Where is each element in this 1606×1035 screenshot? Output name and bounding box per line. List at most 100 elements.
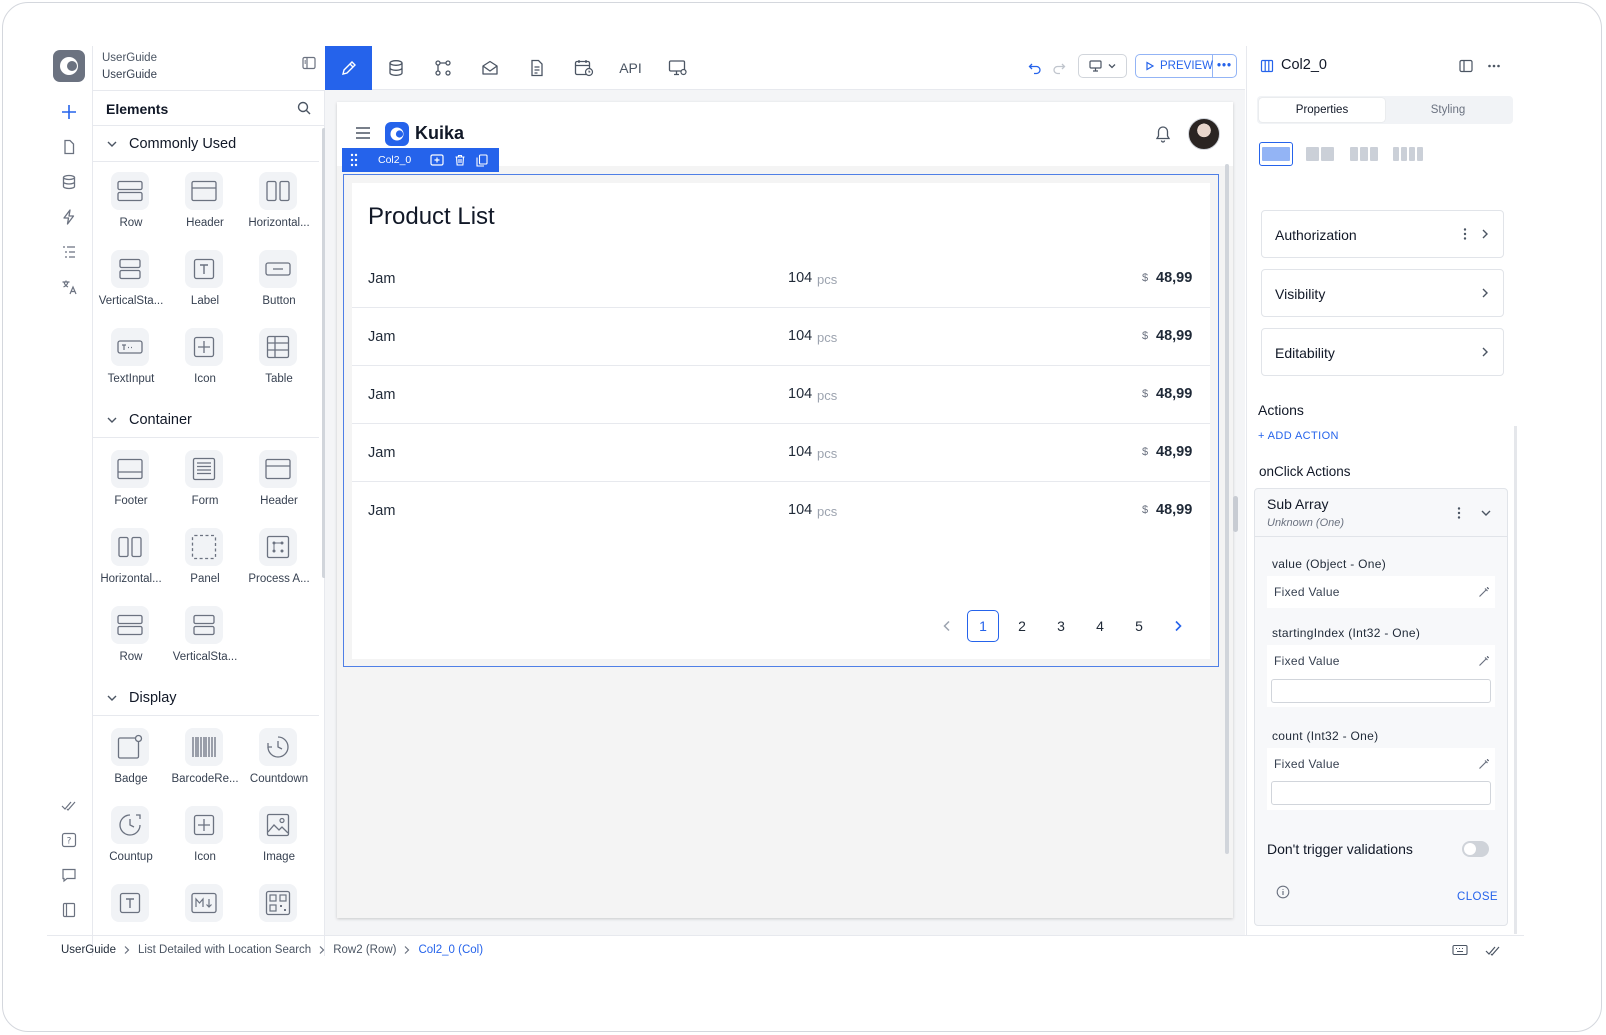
properties-scrollbar[interactable] <box>1514 426 1517 934</box>
element-process[interactable]: Process A... <box>241 522 317 598</box>
preview-more-button[interactable]: ••• <box>1213 60 1236 72</box>
table-row[interactable]: Jam 104 pcs $48,99 <box>352 250 1210 308</box>
element-label[interactable]: Label <box>167 244 243 320</box>
page-5[interactable]: 5 <box>1123 610 1155 642</box>
magic-wand-icon[interactable] <box>1478 586 1490 598</box>
page-2[interactable]: 2 <box>1006 610 1038 642</box>
book-icon[interactable] <box>58 899 80 921</box>
search-icon[interactable] <box>297 101 311 115</box>
tab-styling[interactable]: Styling <box>1385 98 1511 122</box>
param-value-mode[interactable]: Fixed Value <box>1267 576 1495 608</box>
project-info[interactable]: UserGuide UserGuide <box>102 50 322 86</box>
layout-option-3[interactable] <box>1347 142 1381 166</box>
magic-wand-icon[interactable] <box>1478 758 1490 770</box>
accordion-authorization[interactable]: Authorization <box>1261 210 1504 258</box>
page-3[interactable]: 3 <box>1045 610 1077 642</box>
keyboard-icon[interactable] <box>1452 944 1468 956</box>
double-check-icon[interactable] <box>58 794 80 816</box>
design-tab[interactable] <box>325 46 372 90</box>
app-logo[interactable] <box>53 50 85 82</box>
element-horizontal-stack[interactable]: Horizontal... <box>241 166 317 242</box>
section-display[interactable]: Display <box>93 680 319 716</box>
magic-wand-icon[interactable] <box>1478 655 1490 667</box>
redo-icon[interactable] <box>1047 46 1071 90</box>
trash-icon[interactable] <box>454 154 466 167</box>
breadcrumb-item[interactable]: List Detailed with Location Search <box>138 944 311 956</box>
element-icon-display[interactable]: Icon <box>167 800 243 876</box>
element-badge[interactable]: Badge <box>93 722 169 798</box>
chevron-down-icon[interactable] <box>1480 507 1492 519</box>
element-panel[interactable]: Panel <box>167 522 243 598</box>
element-table[interactable]: Table <box>241 322 317 398</box>
page-4[interactable]: 4 <box>1084 610 1116 642</box>
element-form[interactable]: Form <box>167 444 243 520</box>
add-action-button[interactable]: + ADD ACTION <box>1258 430 1339 442</box>
bell-icon[interactable] <box>1155 125 1171 143</box>
copy-icon[interactable] <box>476 153 488 167</box>
element-image[interactable]: Image <box>241 800 317 876</box>
translate-icon[interactable] <box>58 276 80 298</box>
layout-option-2[interactable] <box>1303 142 1337 166</box>
dont-trigger-validations-toggle[interactable] <box>1462 841 1489 857</box>
avatar[interactable] <box>1188 118 1220 150</box>
element-icon[interactable]: Icon <box>167 322 243 398</box>
element-footer[interactable]: Footer <box>93 444 169 520</box>
list-tree-icon[interactable] <box>58 241 80 263</box>
accordion-editability[interactable]: Editability <box>1261 328 1504 376</box>
page-icon[interactable] <box>58 136 80 158</box>
starting-index-input[interactable] <box>1271 679 1491 703</box>
kebab-icon[interactable] <box>1463 227 1467 241</box>
element-header-container[interactable]: Header <box>241 444 317 520</box>
table-row[interactable]: Jam 104 pcs $48,99 <box>352 308 1210 366</box>
count-input[interactable] <box>1271 781 1491 805</box>
workflow-tab[interactable] <box>419 46 466 90</box>
screen-settings-tab[interactable] <box>654 46 701 90</box>
element-text-input[interactable]: TextInput <box>93 322 169 398</box>
lightning-icon[interactable] <box>58 206 80 228</box>
breadcrumb-item[interactable]: UserGuide <box>61 944 116 956</box>
info-icon[interactable] <box>1276 885 1290 899</box>
panel-collapse-icon[interactable] <box>302 56 316 70</box>
element-vertical-stack[interactable]: VerticalSta... <box>93 244 169 320</box>
plus-icon[interactable] <box>58 101 80 123</box>
accordion-visibility[interactable]: Visibility <box>1261 269 1504 317</box>
element-row[interactable]: Row <box>93 166 169 242</box>
element-header[interactable]: Header <box>167 166 243 242</box>
breadcrumb-item[interactable]: Row2 (Row) <box>333 944 396 956</box>
breadcrumb-current[interactable]: Col2_0 (Col) <box>418 944 483 956</box>
table-row[interactable]: Jam 104 pcs $48,99 <box>352 482 1210 540</box>
element-button[interactable]: Button <box>241 244 317 320</box>
database-icon[interactable] <box>58 171 80 193</box>
layout-option-1[interactable] <box>1259 142 1293 166</box>
layout-option-4[interactable] <box>1391 142 1425 166</box>
element-countup[interactable]: Countup <box>93 800 169 876</box>
kebab-icon[interactable] <box>1457 506 1461 520</box>
add-child-icon[interactable] <box>430 153 444 167</box>
panel-layout-icon[interactable] <box>1459 59 1473 73</box>
section-commonly-used[interactable]: Commonly Used <box>93 126 319 162</box>
element-horizontal-stack-container[interactable]: Horizontal... <box>93 522 169 598</box>
scheduler-tab[interactable] <box>560 46 607 90</box>
preview-button[interactable]: PREVIEW ••• <box>1135 54 1237 78</box>
next-page-icon[interactable] <box>1162 610 1194 642</box>
page-1[interactable]: 1 <box>967 610 999 642</box>
help-icon[interactable]: ? <box>58 829 80 851</box>
data-tab[interactable] <box>372 46 419 90</box>
more-options-icon[interactable] <box>1487 59 1501 73</box>
canvas-scrollbar[interactable] <box>1225 164 1229 854</box>
product-list-card[interactable]: Product List Jam 104 pcs $48,99 Jam 104 pcs $4… <box>352 183 1210 659</box>
email-tab[interactable] <box>466 46 513 90</box>
element-countdown[interactable]: Countdown <box>241 722 317 798</box>
selected-component-tag[interactable]: Col2_0 <box>342 148 499 172</box>
element-row-container[interactable]: Row <box>93 600 169 676</box>
close-button[interactable]: CLOSE <box>1457 891 1498 903</box>
sub-array-header[interactable]: Sub Array Unknown (One) <box>1255 489 1507 537</box>
element-vertical-stack-container[interactable]: VerticalSta... <box>167 600 243 676</box>
section-container[interactable]: Container <box>93 402 319 438</box>
resize-handle[interactable] <box>1233 496 1238 532</box>
prev-page-icon[interactable] <box>931 610 963 642</box>
chat-icon[interactable] <box>58 864 80 886</box>
double-check-icon[interactable] <box>1485 944 1501 956</box>
tab-properties[interactable]: Properties <box>1259 98 1385 122</box>
table-row[interactable]: Jam 104 pcs $48,99 <box>352 424 1210 482</box>
